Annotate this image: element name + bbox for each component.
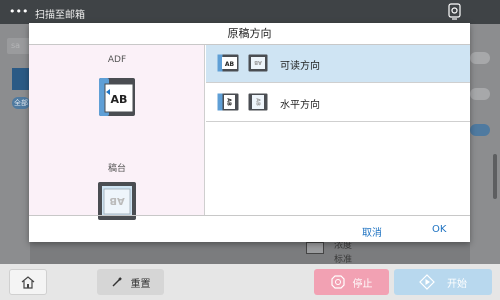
scanner-tool-icon[interactable]	[446, 3, 463, 20]
option-label: 水平方向	[280, 100, 320, 111]
original-direction-dialog: 原稿方向 ADF AB 稿台 AB AB AB 可读方向 AB AB 水平方向 …	[29, 23, 470, 242]
adf-label: ADF	[107, 55, 127, 65]
platen-label: 稿台	[107, 164, 126, 174]
svg-text:AB: AB	[226, 98, 232, 106]
home-icon	[21, 275, 35, 289]
dialog-footer: 取消 OK	[29, 215, 470, 242]
stop-label: 停止	[352, 278, 373, 290]
home-button[interactable]	[9, 269, 47, 295]
platen-readable-icon: AB	[248, 54, 268, 72]
direction-options: AB AB 可读方向 AB AB 水平方向	[206, 45, 470, 215]
density-icon	[306, 242, 324, 254]
reset-icon	[112, 277, 122, 287]
dialog-preview-panel: ADF AB 稿台 AB	[29, 45, 205, 220]
svg-text:AB: AB	[111, 93, 128, 106]
option-horizontal-direction[interactable]: AB AB 水平方向	[206, 84, 470, 122]
adf-readable-icon: AB	[217, 54, 239, 72]
bottom-bar: 重置 停止 开始	[0, 264, 500, 300]
reset-label: 重置	[130, 278, 151, 290]
start-button[interactable]: 开始	[394, 269, 492, 295]
background-toggle	[470, 88, 490, 100]
adf-horizontal-icon: AB	[217, 93, 239, 111]
platen-horizontal-icon: AB	[248, 93, 268, 111]
start-label: 开始	[447, 278, 467, 290]
background-left-column	[0, 24, 30, 264]
stop-icon	[330, 275, 345, 289]
background-toggle-on	[470, 124, 490, 136]
dialog-title: 原稿方向	[29, 23, 470, 45]
app-title: 扫描至邮箱	[35, 10, 85, 21]
start-icon	[419, 274, 435, 290]
cancel-button[interactable]: 取消	[362, 224, 382, 239]
background-scrollbar	[493, 154, 497, 199]
ok-button[interactable]: OK	[432, 224, 446, 235]
svg-text:AB: AB	[109, 195, 124, 206]
adf-preview-icon: AB	[99, 78, 135, 116]
svg-text:AB: AB	[225, 61, 235, 68]
top-bar: ••• 扫描至邮箱	[0, 0, 500, 24]
svg-text:AB: AB	[255, 98, 261, 106]
svg-text:AB: AB	[254, 59, 262, 65]
option-readable-direction[interactable]: AB AB 可读方向	[206, 45, 470, 83]
background-chip: 全部	[12, 97, 30, 109]
background-toggle	[470, 52, 490, 64]
option-label: 可读方向	[280, 61, 320, 72]
more-dots-icon[interactable]: •••	[9, 5, 28, 18]
reset-button[interactable]: 重置	[97, 269, 164, 295]
stop-button[interactable]: 停止	[314, 269, 389, 295]
